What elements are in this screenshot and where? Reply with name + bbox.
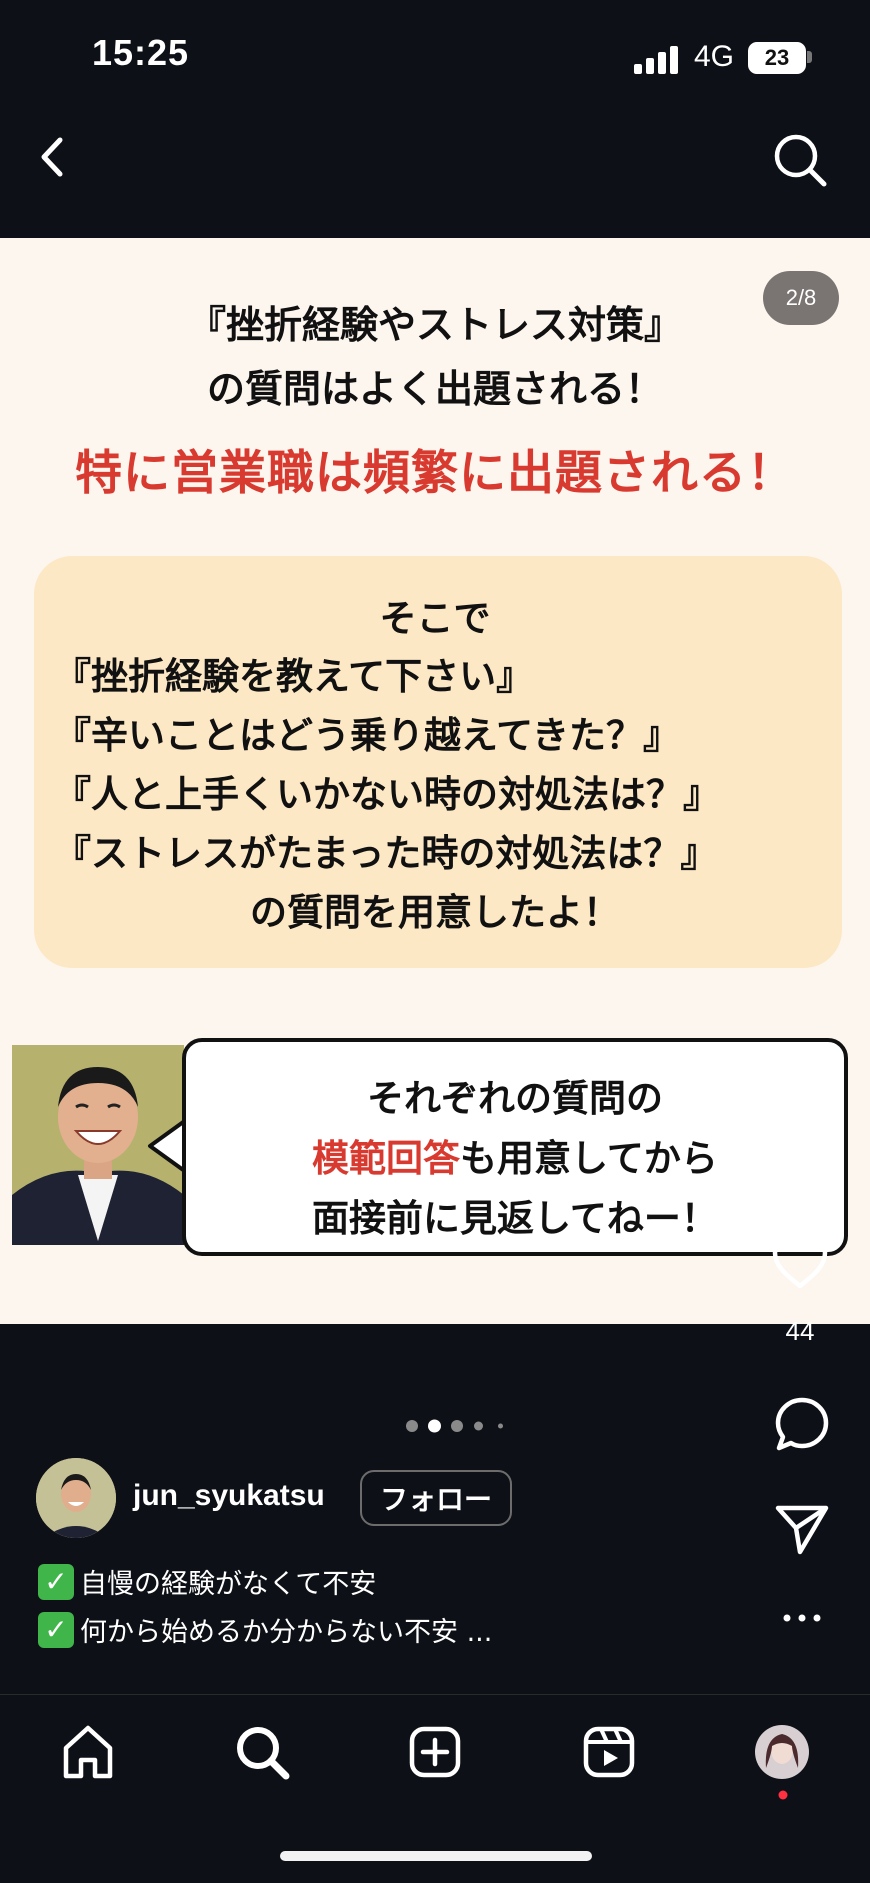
bubble-line-3: 面接前に見返してねー！ — [312, 1197, 718, 1240]
carousel-dot-active — [428, 1419, 441, 1433]
battery-icon: 23 — [748, 42, 806, 74]
search-icon — [774, 134, 827, 187]
box-line: 『挫折経験を教えて下さい』 — [54, 655, 534, 698]
box-line: 『人と上手くいかない時の対処法は？』 — [54, 773, 720, 816]
bubble-highlight: 模範回答 — [312, 1137, 461, 1180]
follow-button[interactable]: フォロー — [360, 1470, 512, 1526]
check-mark-icon: ✓ — [38, 1611, 74, 1648]
like-button[interactable] — [770, 1235, 830, 1291]
author-avatar[interactable] — [36, 1458, 116, 1538]
caption-line[interactable]: ✓ 自慢の経験がなくて不安 — [38, 1562, 376, 1601]
home-indicator — [280, 1851, 592, 1861]
back-button[interactable] — [34, 132, 74, 182]
heading-line-1: 『挫折経験やストレス対策』 — [187, 303, 682, 347]
caption-text: 何から始めるか分からない不安 ... — [80, 1617, 493, 1648]
create-icon — [409, 1726, 461, 1778]
author-username[interactable]: jun_syukatsu — [133, 1479, 325, 1513]
search-button[interactable] — [772, 132, 828, 188]
more-options-button[interactable] — [782, 1610, 822, 1624]
red-heading: 特に営業職は頻繁に出題される！ — [75, 446, 795, 501]
notification-dot — [778, 1790, 788, 1800]
box-line: 『ストレスがたまった時の対処法は？』 — [54, 832, 718, 875]
comment-icon — [775, 1397, 829, 1451]
heart-icon — [772, 1236, 828, 1289]
tab-create[interactable] — [405, 1722, 465, 1782]
bubble-tail — [148, 1118, 186, 1174]
home-icon — [63, 1725, 113, 1779]
tab-search[interactable] — [232, 1722, 292, 1782]
network-type: 4G — [694, 40, 735, 73]
status-time: 15:25 — [92, 32, 190, 73]
bubble-line-1: それぞれの質問の — [367, 1077, 663, 1120]
back-icon — [41, 137, 63, 177]
box-line: そこで — [379, 597, 491, 640]
box-line: 『辛いことはどう乗り越えてきた？』 — [54, 714, 681, 757]
tab-home[interactable] — [58, 1722, 118, 1782]
tab-reels[interactable] — [579, 1722, 639, 1782]
send-icon — [775, 1505, 829, 1555]
carousel-dot — [474, 1421, 483, 1431]
share-button[interactable] — [774, 1502, 830, 1556]
signal-icon — [634, 44, 680, 74]
bubble-line-2: 模範回答も用意してから — [182, 1128, 848, 1182]
check-mark-icon: ✓ — [38, 1563, 74, 1600]
box-line: の質問を用意したよ！ — [250, 891, 620, 934]
more-icon — [783, 1614, 821, 1622]
tab-profile[interactable] — [752, 1722, 812, 1782]
post-image[interactable]: 2/8 『挫折経験やストレス対策』 の質問はよく出題される！ 特に営業職は頻繁に… — [0, 238, 870, 1324]
battery-cap — [807, 51, 812, 63]
carousel-dot — [498, 1423, 503, 1429]
like-count: 44 — [785, 1316, 815, 1346]
heading-line-2: の質問はよく出題される！ — [206, 367, 663, 411]
bubble-line-2-rest: も用意してから — [460, 1137, 718, 1180]
reels-icon — [583, 1726, 635, 1778]
search-icon — [237, 1727, 290, 1780]
carousel-indicator — [404, 1418, 514, 1434]
carousel-dot — [406, 1420, 418, 1432]
battery-level: 23 — [764, 45, 790, 70]
caption-line[interactable]: ✓ 何から始めるか分からない不安 ... — [38, 1610, 492, 1649]
profile-icon — [755, 1725, 809, 1779]
caption-text: 自慢の経験がなくて不安 — [80, 1569, 377, 1600]
carousel-dot — [451, 1420, 463, 1432]
comment-button[interactable] — [774, 1396, 830, 1452]
